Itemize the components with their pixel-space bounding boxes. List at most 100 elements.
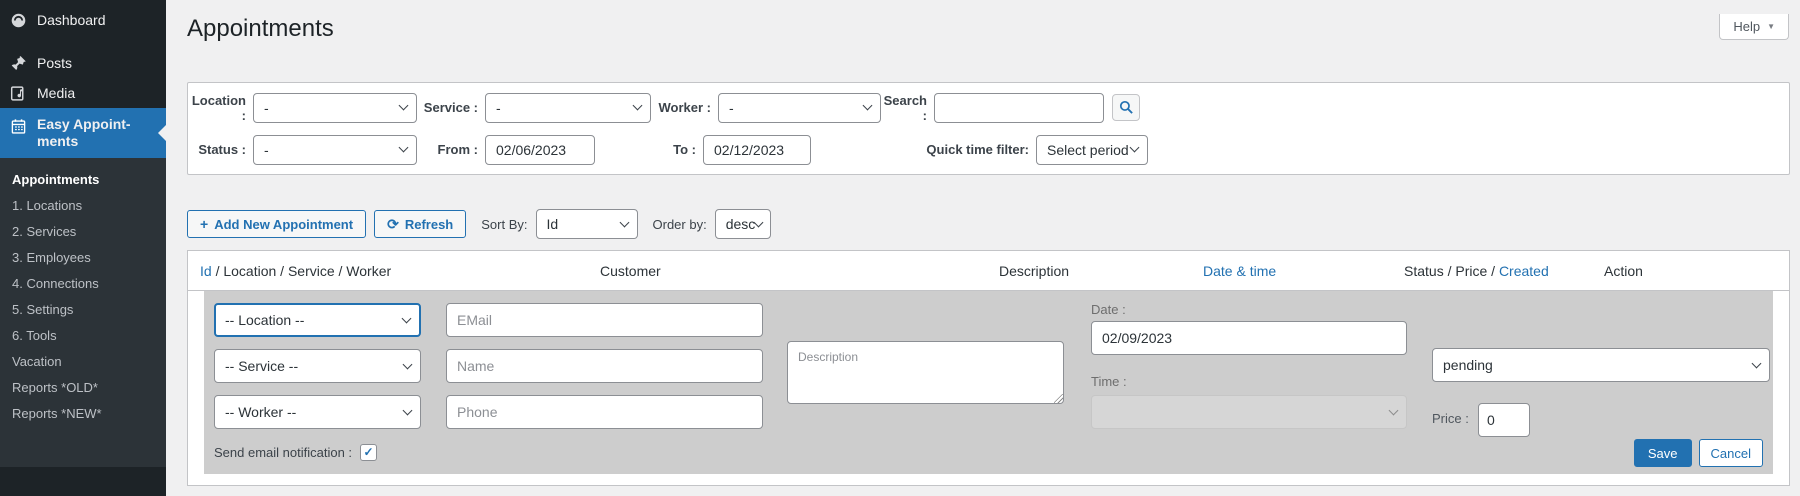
notification-row: Send email notification : ✓ bbox=[214, 442, 378, 462]
time-label: Time : bbox=[1091, 374, 1127, 389]
sort-link-date-time[interactable]: Date & time bbox=[1203, 263, 1276, 279]
help-button[interactable]: Help ▼ bbox=[1719, 14, 1789, 40]
worker-filter-value: - bbox=[729, 99, 734, 116]
sidebar-item-reports-new[interactable]: Reports *NEW* bbox=[0, 401, 166, 427]
sort-by-label: Sort By: bbox=[481, 216, 528, 232]
sidebar-item-settings[interactable]: 5. Settings bbox=[0, 297, 166, 323]
chevron-down-icon bbox=[632, 100, 643, 111]
service-filter-select[interactable]: - bbox=[485, 92, 651, 123]
dashboard-icon bbox=[9, 11, 27, 29]
chevron-down-icon bbox=[398, 100, 409, 111]
chevron-down-icon bbox=[402, 359, 413, 369]
current-menu-arrow-icon bbox=[150, 125, 166, 141]
status-filter-select[interactable]: - bbox=[253, 134, 417, 165]
sidebar-item-tools[interactable]: 6. Tools bbox=[0, 323, 166, 349]
search-label: Search : bbox=[883, 92, 927, 123]
search-input[interactable] bbox=[934, 92, 1104, 123]
sidebar-item-label: Media bbox=[37, 85, 76, 101]
phone-field[interactable] bbox=[446, 395, 763, 429]
order-by-label: Order by: bbox=[652, 216, 707, 232]
location-select[interactable]: -- Location -- bbox=[214, 303, 421, 337]
service-filter-value: - bbox=[496, 99, 501, 116]
sidebar-item-reports-old[interactable]: Reports *OLD* bbox=[0, 375, 166, 401]
sidebar-item-posts[interactable]: Posts bbox=[0, 48, 166, 78]
edit-row-actions: Save Cancel bbox=[1633, 439, 1763, 467]
sidebar-item-vacation[interactable]: Vacation bbox=[0, 349, 166, 375]
location-filter-label: Location : bbox=[191, 92, 246, 123]
sidebar-item-label: Posts bbox=[37, 55, 73, 71]
worker-filter-label: Worker : bbox=[658, 100, 712, 115]
sidebar-item-easy-appointments[interactable]: Easy Appoint- ments bbox=[0, 108, 166, 158]
sidebar-item-locations[interactable]: 1. Locations bbox=[0, 193, 166, 219]
sidebar-item-dashboard[interactable]: Dashboard bbox=[0, 5, 166, 35]
order-by-value: desc bbox=[725, 216, 756, 232]
status-filter-label: Status : bbox=[198, 142, 246, 157]
column-header-date-time: Date & time bbox=[1203, 263, 1404, 279]
status-select[interactable]: pending bbox=[1432, 348, 1770, 382]
service-select-value: -- Service -- bbox=[225, 358, 299, 374]
sidebar-item-appointments[interactable]: Appointments bbox=[0, 167, 166, 193]
sidebar-item-media[interactable]: Media bbox=[0, 78, 166, 108]
column-header-action: Action bbox=[1604, 262, 1643, 279]
column-header-description: Description bbox=[999, 262, 1070, 279]
worker-select-value: -- Worker -- bbox=[225, 404, 297, 420]
table-header-row: Id / Location / Service / Worker Custome… bbox=[188, 251, 1789, 291]
sort-link-created[interactable]: Created bbox=[1499, 263, 1549, 279]
page-title: Appointments bbox=[187, 15, 334, 42]
sidebar-item-services[interactable]: 2. Services bbox=[0, 219, 166, 245]
chevron-down-icon bbox=[401, 313, 412, 323]
add-new-appointment-button[interactable]: + Add New Appointment bbox=[187, 210, 367, 238]
column-header-customer: Customer bbox=[600, 262, 661, 279]
from-date-label: From : bbox=[437, 142, 478, 157]
caret-down-icon: ▼ bbox=[1767, 22, 1775, 31]
location-select-value: -- Location -- bbox=[225, 312, 305, 328]
easy-appointments-submenu: Appointments 1. Locations 2. Services 3.… bbox=[0, 158, 166, 467]
calendar-icon bbox=[9, 117, 27, 135]
location-filter-select[interactable]: - bbox=[253, 92, 417, 123]
refresh-button[interactable]: ⟳ Refresh bbox=[374, 210, 467, 238]
appointment-edit-row: -- Location -- -- Service -- -- Worker -… bbox=[204, 291, 1773, 474]
date-input[interactable] bbox=[1091, 321, 1407, 355]
sidebar-item-employees[interactable]: 3. Employees bbox=[0, 245, 166, 271]
status-filter-value: - bbox=[264, 141, 269, 158]
cancel-button[interactable]: Cancel bbox=[1698, 439, 1763, 467]
refresh-icon: ⟳ bbox=[387, 215, 399, 232]
sort-by-select[interactable]: Id bbox=[535, 209, 638, 239]
admin-menu: Dashboard Posts Media Easy Appoint- ment… bbox=[0, 0, 166, 158]
appointments-table: Id / Location / Service / Worker Custome… bbox=[187, 250, 1790, 486]
from-date-input[interactable] bbox=[485, 134, 595, 165]
price-label: Price : bbox=[1432, 411, 1469, 426]
location-filter-value: - bbox=[264, 99, 269, 116]
sort-by-value: Id bbox=[546, 216, 559, 232]
sidebar-item-label: Easy Appoint- ments bbox=[37, 116, 131, 149]
to-date-input[interactable] bbox=[703, 134, 811, 165]
sort-link-id[interactable]: Id bbox=[200, 263, 212, 279]
chevron-down-icon bbox=[753, 217, 764, 227]
plus-icon: + bbox=[200, 216, 209, 232]
chevron-down-icon bbox=[402, 405, 413, 415]
description-textarea[interactable] bbox=[787, 341, 1064, 404]
worker-filter-select[interactable]: - bbox=[718, 92, 881, 123]
sidebar-item-label: Dashboard bbox=[37, 12, 106, 28]
quick-time-filter-value: Select period bbox=[1047, 141, 1129, 158]
date-label: Date : bbox=[1091, 302, 1126, 317]
check-icon: ✓ bbox=[363, 445, 374, 459]
send-email-notification-checkbox[interactable]: ✓ bbox=[360, 443, 378, 461]
search-icon bbox=[1119, 100, 1133, 114]
order-by-select[interactable]: desc bbox=[714, 209, 771, 239]
worker-select[interactable]: -- Worker -- bbox=[214, 395, 421, 429]
name-field[interactable] bbox=[446, 349, 763, 383]
sidebar-item-connections[interactable]: 4. Connections bbox=[0, 271, 166, 297]
price-input[interactable] bbox=[1478, 403, 1530, 437]
service-filter-label: Service : bbox=[423, 100, 478, 115]
service-select[interactable]: -- Service -- bbox=[214, 349, 421, 383]
admin-sidebar: Dashboard Posts Media Easy Appoint- ment… bbox=[0, 0, 166, 496]
send-email-notification-label: Send email notification : bbox=[214, 444, 353, 460]
admin-content: Help ▼ Appointments Location : - Service… bbox=[166, 14, 1800, 496]
search-button[interactable] bbox=[1112, 94, 1140, 121]
email-field[interactable] bbox=[446, 303, 763, 337]
column-header-id-location-service-worker: Id / Location / Service / Worker bbox=[200, 262, 392, 279]
chevron-down-icon bbox=[862, 100, 873, 111]
save-button[interactable]: Save bbox=[1633, 439, 1692, 467]
quick-time-filter-select[interactable]: Select period bbox=[1036, 134, 1148, 165]
